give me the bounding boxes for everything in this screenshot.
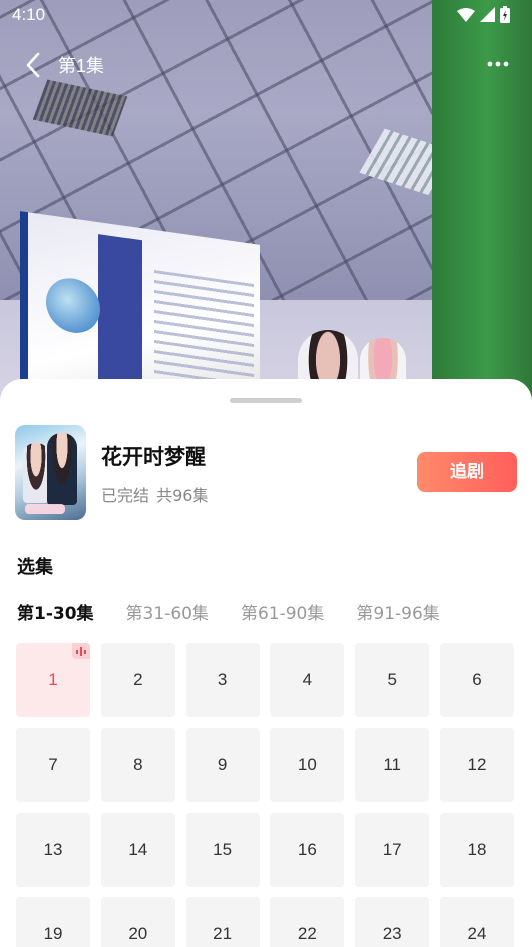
episode-number: 7	[48, 754, 58, 774]
poster-lines	[154, 269, 254, 395]
tab-range-91-96[interactable]: 第91-96集	[356, 599, 439, 624]
drama-status: 已完结	[101, 486, 150, 505]
episode-button[interactable]: 11	[355, 727, 430, 802]
episode-number: 6	[472, 670, 482, 689]
episode-button[interactable]: 15	[185, 812, 260, 887]
episode-button[interactable]: 10	[270, 727, 345, 802]
episode-sheet: 花开时梦醒 已完结 共96集 追剧 选集 第1-30集 第31-60集 第61-…	[0, 379, 532, 947]
episode-button[interactable]: 17	[355, 812, 430, 887]
episode-number: 12	[467, 754, 487, 774]
episode-number: 18	[467, 839, 487, 859]
episode-number: 19	[43, 924, 63, 944]
drama-title: 花开时梦醒	[101, 445, 206, 469]
cover-ribbon	[25, 504, 65, 514]
episode-number: 5	[387, 670, 397, 689]
episode-button[interactable]: 22	[270, 897, 345, 947]
episode-number: 17	[382, 839, 402, 859]
episode-number: 22	[297, 924, 317, 944]
cover-figure-1	[23, 443, 49, 503]
episode-number: 24	[467, 924, 487, 944]
episode-number: 15	[213, 839, 233, 859]
episode-button[interactable]: 8	[100, 727, 175, 802]
now-playing-icon	[72, 643, 90, 659]
episode-number: 21	[213, 924, 233, 944]
episode-button[interactable]: 19	[16, 897, 90, 947]
status-icons	[457, 6, 510, 23]
episode-button[interactable]: 5	[355, 643, 430, 717]
episode-number: 14	[128, 839, 148, 859]
drama-meta: 已完结 共96集	[101, 482, 208, 506]
episode-title: 第1集	[58, 56, 105, 76]
poster-globe	[46, 274, 100, 337]
episode-number: 16	[297, 839, 317, 859]
episode-number: 20	[128, 924, 148, 944]
episode-number: 9	[217, 754, 228, 774]
episode-number: 13	[43, 839, 63, 859]
episode-button[interactable]: 21	[185, 897, 260, 947]
battery-icon	[500, 6, 510, 23]
drama-episode-count: 共96集	[156, 486, 209, 505]
episode-number: 10	[297, 754, 317, 774]
episode-button[interactable]: 1	[16, 643, 90, 717]
episode-button[interactable]: 3	[185, 643, 260, 717]
episode-section-title: 选集	[17, 557, 53, 578]
episode-button[interactable]: 24	[439, 897, 514, 947]
episode-button[interactable]: 14	[100, 812, 175, 887]
episode-button[interactable]: 4	[270, 643, 345, 717]
episode-button[interactable]: 7	[16, 727, 90, 802]
episode-button[interactable]: 13	[16, 812, 90, 887]
poster-band	[98, 234, 142, 391]
episode-number: 8	[133, 754, 143, 774]
episode-button[interactable]: 16	[270, 812, 345, 887]
episode-number: 2	[133, 670, 143, 689]
episode-number: 3	[217, 670, 228, 689]
cover-figure-2	[47, 433, 77, 505]
sheet-drag-handle[interactable]	[230, 398, 302, 403]
episode-button[interactable]: 20	[100, 897, 175, 947]
top-nav: 第1集	[0, 44, 532, 86]
episode-button[interactable]: 12	[439, 727, 514, 802]
episode-number: 23	[382, 924, 402, 944]
episode-range-tabs: 第1-30集 第31-60集 第61-90集 第91-96集	[17, 599, 472, 624]
episode-number: 11	[383, 754, 402, 774]
status-bar: 4:10	[0, 0, 532, 30]
tab-range-1-30[interactable]: 第1-30集	[17, 599, 94, 624]
episode-button[interactable]: 6	[439, 643, 514, 717]
follow-button[interactable]: 追剧	[417, 452, 517, 492]
back-arrow-icon[interactable]	[22, 52, 46, 78]
episode-button[interactable]: 9	[185, 727, 260, 802]
signal-icon	[480, 7, 495, 22]
episode-grid: 1 2 3 4 5 6 7 8 9 10 11 12 13 14 15 16 1…	[16, 643, 514, 947]
tab-range-31-60[interactable]: 第31-60集	[126, 599, 209, 624]
more-options-icon[interactable]	[486, 54, 510, 74]
episode-button[interactable]: 18	[439, 812, 514, 887]
episode-number: 4	[302, 670, 313, 689]
drama-cover-image[interactable]	[15, 425, 86, 520]
episode-button[interactable]: 2	[100, 643, 175, 717]
episode-button[interactable]: 23	[355, 897, 430, 947]
tab-range-61-90[interactable]: 第61-90集	[241, 599, 324, 624]
wifi-icon	[457, 7, 475, 22]
status-time: 4:10	[12, 5, 46, 24]
episode-number: 1	[48, 670, 58, 689]
